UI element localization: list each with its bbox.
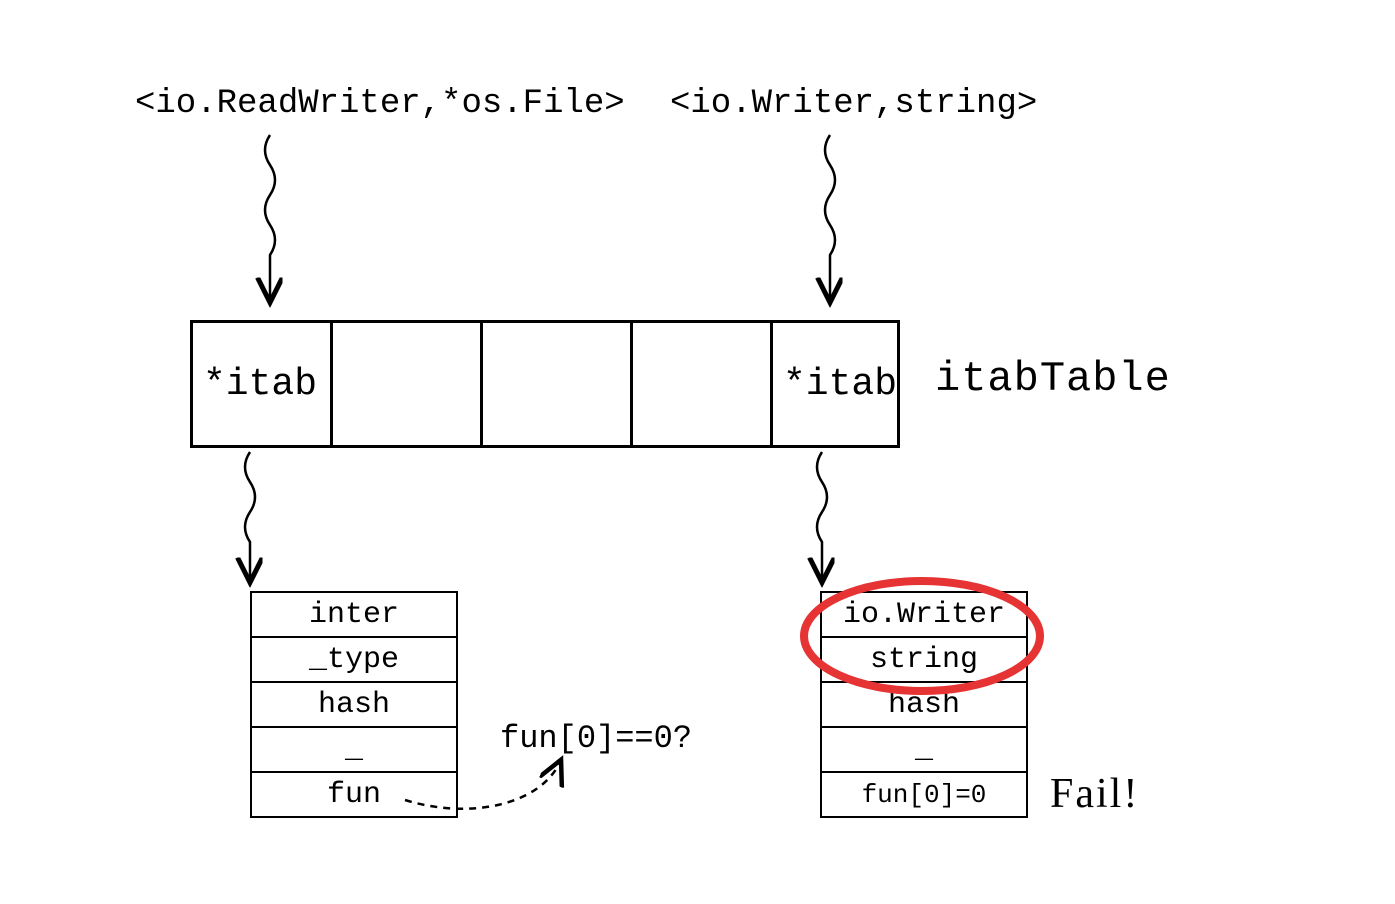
left-struct-row-2: hash — [252, 683, 456, 728]
itab-table-title: itabTable — [935, 355, 1171, 403]
itab-table-cell-4: *itab — [773, 323, 897, 445]
itab-table-cell-3 — [633, 323, 773, 445]
fail-label: Fail! — [1050, 770, 1139, 818]
right-struct-row-0: io.Writer — [822, 593, 1026, 638]
right-struct-row-2: hash — [822, 683, 1026, 728]
itab-table-cell-1 — [333, 323, 483, 445]
arrow-top-right — [825, 135, 835, 300]
right-struct-row-1: string — [822, 638, 1026, 683]
right-struct-row-4: fun[0]=0 — [822, 773, 1026, 818]
top-label-right: <io.Writer,string> — [670, 85, 1037, 123]
itab-table-cell-2 — [483, 323, 633, 445]
diagram-overlay — [0, 0, 1395, 904]
left-struct-row-4: fun — [252, 773, 456, 818]
right-struct-row-3: _ — [822, 728, 1026, 773]
left-struct-row-3: _ — [252, 728, 456, 773]
left-struct: inter _type hash _ fun — [250, 591, 458, 818]
itab-table: *itab *itab — [190, 320, 900, 448]
fun-question-label: fun[0]==0? — [500, 720, 692, 757]
arrow-bottom-left — [245, 452, 255, 580]
right-struct: io.Writer string hash _ fun[0]=0 — [820, 591, 1028, 818]
arrow-bottom-right — [817, 452, 827, 580]
itab-table-cell-0: *itab — [193, 323, 333, 445]
arrow-top-left — [265, 135, 275, 300]
left-struct-row-1: _type — [252, 638, 456, 683]
top-label-left: <io.ReadWriter,*os.File> — [135, 85, 625, 123]
left-struct-row-0: inter — [252, 593, 456, 638]
